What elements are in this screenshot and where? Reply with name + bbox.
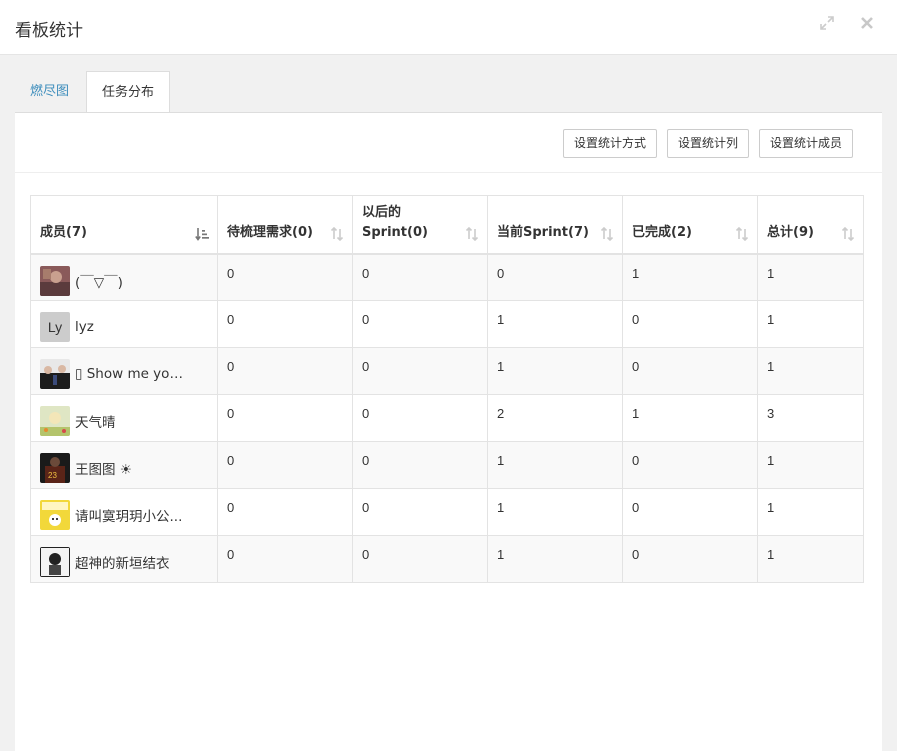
task-distribution-panel: 设置统计方式 设置统计列 设置统计成员 成员(7) 待梳理需求(0) 以后的 S… xyxy=(15,112,882,751)
member-name: 请叫寞玥玥小公... xyxy=(75,509,183,525)
cell-current-sprint: 0 xyxy=(487,253,623,301)
column-header-backlog[interactable]: 待梳理需求(0) xyxy=(217,195,353,255)
column-header-label: 已完成(2) xyxy=(632,224,692,240)
member-cell: 天气晴 xyxy=(30,394,218,442)
member-name: 超神的新垣结衣 xyxy=(75,556,170,572)
set-stat-members-button[interactable]: 设置统计成员 xyxy=(759,129,854,158)
table-row: Ly lyz 0 0 1 0 1 xyxy=(30,300,864,348)
table-row: 23 王图图 ☀ 0 0 1 0 1 xyxy=(30,441,864,489)
table-header-row: 成员(7) 待梳理需求(0) 以后的 Sprint(0) 当前Sprint(7)… xyxy=(30,195,864,255)
member-name: (￣▽￣) xyxy=(75,274,123,291)
member-cell: (￣▽￣) xyxy=(30,253,218,301)
table-row: (￣▽￣) 0 0 0 1 1 xyxy=(30,253,864,301)
tab-bar: 燃尽图 任务分布 xyxy=(15,71,171,113)
cell-completed: 0 xyxy=(622,347,758,395)
column-header-label-line2: Sprint(0) xyxy=(362,224,428,240)
cell-future-sprint: 0 xyxy=(352,441,488,489)
column-header-label: 以后的 Sprint(0) xyxy=(362,203,478,243)
cell-total: 1 xyxy=(757,441,864,489)
tab-burndown[interactable]: 燃尽图 xyxy=(15,71,84,113)
avatar xyxy=(40,265,70,296)
cell-completed: 0 xyxy=(622,488,758,536)
dialog-title: 看板统计 xyxy=(15,21,83,41)
column-header-future-sprint[interactable]: 以后的 Sprint(0) xyxy=(352,195,488,255)
table-row: 天气晴 0 0 2 1 3 xyxy=(30,394,864,442)
sort-icon[interactable] xyxy=(735,226,749,241)
cell-current-sprint: 1 xyxy=(487,535,623,583)
cell-backlog: 0 xyxy=(217,441,353,489)
cell-future-sprint: 0 xyxy=(352,300,488,348)
sort-icon[interactable] xyxy=(600,226,614,241)
column-header-label: 成员(7) xyxy=(40,224,87,240)
sort-icon[interactable] xyxy=(841,226,855,241)
column-header-total[interactable]: 总计(9) xyxy=(757,195,864,255)
cell-completed: 0 xyxy=(622,441,758,489)
cell-current-sprint: 1 xyxy=(487,488,623,536)
cell-total: 1 xyxy=(757,347,864,395)
cell-backlog: 0 xyxy=(217,535,353,583)
cell-backlog: 0 xyxy=(217,347,353,395)
column-header-member[interactable]: 成员(7) xyxy=(30,195,218,255)
sort-amount-down-icon[interactable] xyxy=(195,227,209,241)
member-name: lyz xyxy=(75,319,94,335)
table-row: 超神的新垣结衣 0 0 1 0 1 xyxy=(30,535,864,583)
avatar: 23 xyxy=(40,453,70,483)
cell-total: 3 xyxy=(757,394,864,442)
cell-future-sprint: 0 xyxy=(352,394,488,442)
cell-current-sprint: 1 xyxy=(487,441,623,489)
cell-total: 1 xyxy=(757,488,864,536)
close-icon[interactable] xyxy=(856,12,878,34)
cell-completed: 0 xyxy=(622,535,758,583)
cell-completed: 0 xyxy=(622,300,758,348)
avatar xyxy=(40,547,70,577)
svg-text:23: 23 xyxy=(48,471,57,480)
member-cell: 23 王图图 ☀ xyxy=(30,441,218,489)
set-stat-method-button[interactable]: 设置统计方式 xyxy=(563,129,658,158)
member-cell: Ly lyz xyxy=(30,300,218,348)
cell-backlog: 0 xyxy=(217,394,353,442)
set-stat-columns-button[interactable]: 设置统计列 xyxy=(667,129,750,158)
expand-icon[interactable] xyxy=(816,12,838,34)
member-cell: 请叫寞玥玥小公... xyxy=(30,488,218,536)
cell-future-sprint: 0 xyxy=(352,347,488,395)
sort-icon[interactable] xyxy=(465,226,479,241)
cell-future-sprint: 0 xyxy=(352,488,488,536)
avatar: Ly xyxy=(40,312,70,342)
member-name: 天气晴 xyxy=(75,415,116,431)
column-header-label-line1: 以后的 xyxy=(362,204,402,220)
cell-future-sprint: 0 xyxy=(352,253,488,301)
avatar xyxy=(40,406,70,436)
cell-current-sprint: 1 xyxy=(487,300,623,348)
member-cell: ▯ Show me your... xyxy=(30,347,218,395)
toolbar: 设置统计方式 设置统计列 设置统计成员 xyxy=(15,113,882,173)
member-cell: 超神的新垣结衣 xyxy=(30,535,218,583)
avatar xyxy=(40,359,70,389)
cell-total: 1 xyxy=(757,300,864,348)
column-header-label: 当前Sprint(7) xyxy=(497,224,589,240)
cell-future-sprint: 0 xyxy=(352,535,488,583)
tab-task-distribution[interactable]: 任务分布 xyxy=(86,71,171,113)
member-name: 王图图 ☀ xyxy=(75,462,132,478)
column-header-current-sprint[interactable]: 当前Sprint(7) xyxy=(487,195,623,255)
kanban-stats-dialog: 看板统计 燃尽图 任务分布 设置统计方式 设置统计列 设置统计成员 成员(7) … xyxy=(0,0,897,751)
avatar xyxy=(40,500,70,530)
sort-icon[interactable] xyxy=(330,226,344,241)
cell-total: 1 xyxy=(757,253,864,301)
cell-backlog: 0 xyxy=(217,488,353,536)
cell-total: 1 xyxy=(757,535,864,583)
table-row: 请叫寞玥玥小公... 0 0 1 0 1 xyxy=(30,488,864,536)
member-name: ▯ Show me your... xyxy=(75,366,190,382)
cell-completed: 1 xyxy=(622,394,758,442)
cell-backlog: 0 xyxy=(217,300,353,348)
column-header-completed[interactable]: 已完成(2) xyxy=(622,195,758,255)
cell-backlog: 0 xyxy=(217,253,353,301)
cell-completed: 1 xyxy=(622,253,758,301)
dialog-header: 看板统计 xyxy=(0,0,897,55)
stats-table: 成员(7) 待梳理需求(0) 以后的 Sprint(0) 当前Sprint(7)… xyxy=(30,195,864,583)
cell-current-sprint: 1 xyxy=(487,347,623,395)
column-header-label: 待梳理需求(0) xyxy=(227,224,313,240)
table-row: ▯ Show me your... 0 0 1 0 1 xyxy=(30,347,864,395)
cell-current-sprint: 2 xyxy=(487,394,623,442)
